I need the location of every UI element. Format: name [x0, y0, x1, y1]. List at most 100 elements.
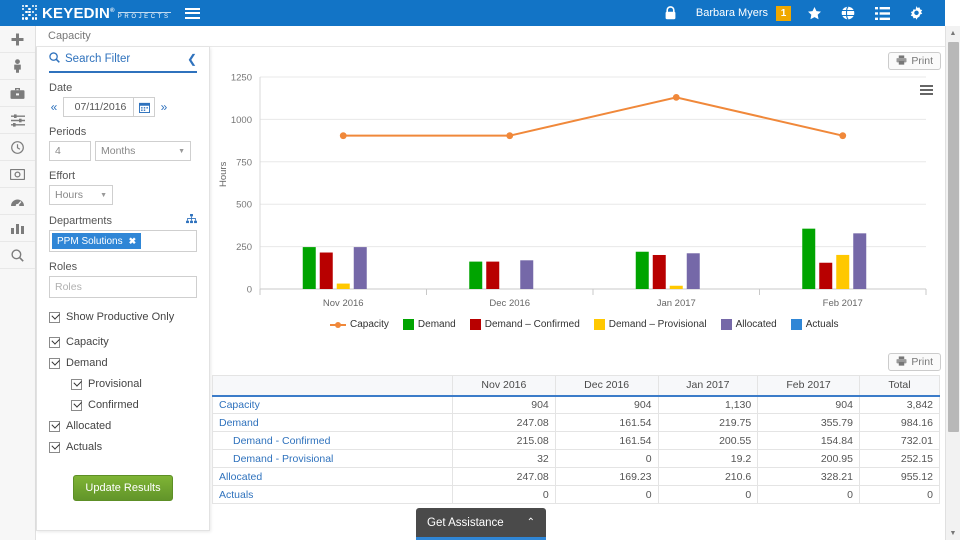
checkbox-confirmed[interactable]: Confirmed [71, 399, 197, 411]
table-row-label[interactable]: Allocated [213, 468, 453, 486]
org-chart-icon[interactable] [186, 214, 197, 227]
svg-text:250: 250 [236, 242, 252, 253]
department-tag[interactable]: PPM Solutions ✖ [52, 233, 141, 249]
date-field-row: « 07/11/2016 » [49, 97, 197, 117]
rail-item-person[interactable] [0, 53, 35, 80]
search-filter-header[interactable]: Search Filter ❮ [49, 47, 197, 73]
page-scrollbar[interactable]: ▲ ▼ [945, 26, 960, 540]
rail-item-briefcase[interactable] [0, 80, 35, 107]
printer-icon [896, 356, 907, 369]
legend-label: Demand – Confirmed [485, 319, 580, 330]
brand-subtitle: PROJECTS [118, 12, 171, 20]
update-results-button[interactable]: Update Results [73, 475, 172, 501]
date-input[interactable]: 07/11/2016 [63, 97, 155, 117]
rail-item-gauge[interactable] [0, 188, 35, 215]
checkbox-label: Provisional [88, 378, 142, 390]
checkbox-show-productive-only[interactable]: Show Productive Only [49, 311, 197, 323]
table-cell-value: 0 [555, 450, 658, 468]
rail-item-plus[interactable] [0, 26, 35, 53]
legend-color-swatch [594, 319, 605, 330]
gear-icon[interactable] [899, 0, 933, 26]
list-icon[interactable] [865, 0, 899, 26]
table-header-nov-2016[interactable]: Nov 2016 [453, 376, 556, 396]
legend-item-actuals[interactable]: Actuals [791, 319, 839, 330]
left-icon-rail [0, 26, 36, 540]
legend-label: Actuals [806, 319, 839, 330]
table-header-total[interactable]: Total [859, 376, 939, 396]
table-cell-value: 19.2 [658, 450, 758, 468]
scrollbar-thumb[interactable] [948, 42, 959, 432]
legend-item-allocated[interactable]: Allocated [721, 319, 777, 330]
date-prev-button[interactable]: « [49, 100, 59, 114]
print-table-button[interactable]: Print [888, 353, 941, 371]
close-icon[interactable]: ✖ [129, 236, 137, 247]
checkbox-label: Demand [66, 357, 108, 369]
rail-item-search[interactable] [0, 242, 35, 269]
legend-label: Allocated [736, 319, 777, 330]
rail-item-money[interactable] [0, 161, 35, 188]
legend-item-demand[interactable]: Demand [403, 319, 456, 330]
chevron-up-icon[interactable]: ⌃ [527, 517, 535, 528]
chevron-left-icon[interactable]: ❮ [187, 52, 197, 66]
table-row: Demand - Provisional32019.2200.95252.15 [213, 450, 940, 468]
table-cell-value: 247.08 [453, 414, 556, 432]
table-row-label[interactable]: Capacity [213, 396, 453, 414]
chevron-down-icon: ▼ [170, 148, 185, 155]
table-cell-value: 904 [758, 396, 860, 414]
notification-badge[interactable]: 1 [776, 6, 791, 21]
table-cell-value: 200.95 [758, 450, 860, 468]
rail-item-clock[interactable] [0, 134, 35, 161]
legend-item-capacity[interactable]: Capacity [330, 319, 389, 330]
capacity-table-wrapper: Nov 2016Dec 2016Jan 2017Feb 2017Total Ca… [212, 375, 940, 504]
table-row-label[interactable]: Actuals [213, 486, 453, 504]
svg-text:Jan 2017: Jan 2017 [657, 298, 696, 309]
table-header-jan-2017[interactable]: Jan 2017 [658, 376, 758, 396]
svg-text:500: 500 [236, 200, 252, 211]
capacity-chart: Hours 025050075010001250Nov 2016Dec 2016… [212, 67, 932, 327]
calendar-icon[interactable] [133, 97, 154, 117]
lock-icon[interactable] [654, 0, 688, 26]
table-row-label[interactable]: Demand [213, 414, 453, 432]
table-cell-value: 0 [555, 486, 658, 504]
date-value: 07/11/2016 [75, 101, 127, 113]
globe-icon[interactable] [831, 0, 865, 26]
capacity-table: Nov 2016Dec 2016Jan 2017Feb 2017Total Ca… [212, 375, 940, 504]
table-header-feb-2017[interactable]: Feb 2017 [758, 376, 860, 396]
departments-tag-box[interactable]: PPM Solutions ✖ [49, 230, 197, 252]
table-header-blank[interactable] [213, 376, 453, 396]
checkbox-demand[interactable]: Demand [49, 357, 197, 369]
department-tag-label: PPM Solutions [57, 236, 123, 247]
date-next-button[interactable]: » [159, 100, 169, 114]
table-row-label[interactable]: Demand - Provisional [213, 450, 453, 468]
table-header-dec-2016[interactable]: Dec 2016 [555, 376, 658, 396]
scroll-down-button[interactable]: ▼ [946, 526, 960, 540]
roles-input[interactable]: Roles [49, 276, 197, 298]
main-content: Print Hours 025050075010001250Nov 2016De… [212, 47, 945, 540]
rail-item-sliders[interactable] [0, 107, 35, 134]
checkbox-allocated[interactable]: Allocated [49, 420, 197, 432]
table-row-label[interactable]: Demand - Confirmed [213, 432, 453, 450]
main-menu-hamburger-icon[interactable] [185, 8, 200, 19]
table-cell-value: 0 [758, 486, 860, 504]
table-cell-value: 3,842 [859, 396, 939, 414]
get-assistance-bar[interactable]: Get Assistance ⌃ [416, 508, 546, 540]
table-row: Actuals00000 [213, 486, 940, 504]
table-cell-value: 32 [453, 450, 556, 468]
periods-unit-select[interactable]: Months ▼ [95, 141, 191, 161]
print-label: Print [911, 356, 933, 368]
rail-item-bar-chart[interactable] [0, 215, 35, 242]
checkbox-capacity[interactable]: Capacity [49, 336, 197, 348]
checkbox-actuals[interactable]: Actuals [49, 441, 197, 453]
checkbox-provisional[interactable]: Provisional [71, 378, 197, 390]
star-icon[interactable] [797, 0, 831, 26]
table-cell-value: 210.6 [658, 468, 758, 486]
legend-item-demand-provisional[interactable]: Demand – Provisional [594, 319, 707, 330]
effort-select[interactable]: Hours ▼ [49, 185, 113, 205]
legend-item-demand-confirmed[interactable]: Demand – Confirmed [470, 319, 580, 330]
user-name-label[interactable]: Barbara Myers [688, 7, 776, 19]
sliders-icon [11, 114, 25, 127]
money-icon [10, 169, 25, 180]
brand-logo[interactable]: KEYEDIN® PROJECTS [0, 5, 171, 22]
scroll-up-button[interactable]: ▲ [946, 26, 960, 40]
periods-input[interactable]: 4 [49, 141, 91, 161]
